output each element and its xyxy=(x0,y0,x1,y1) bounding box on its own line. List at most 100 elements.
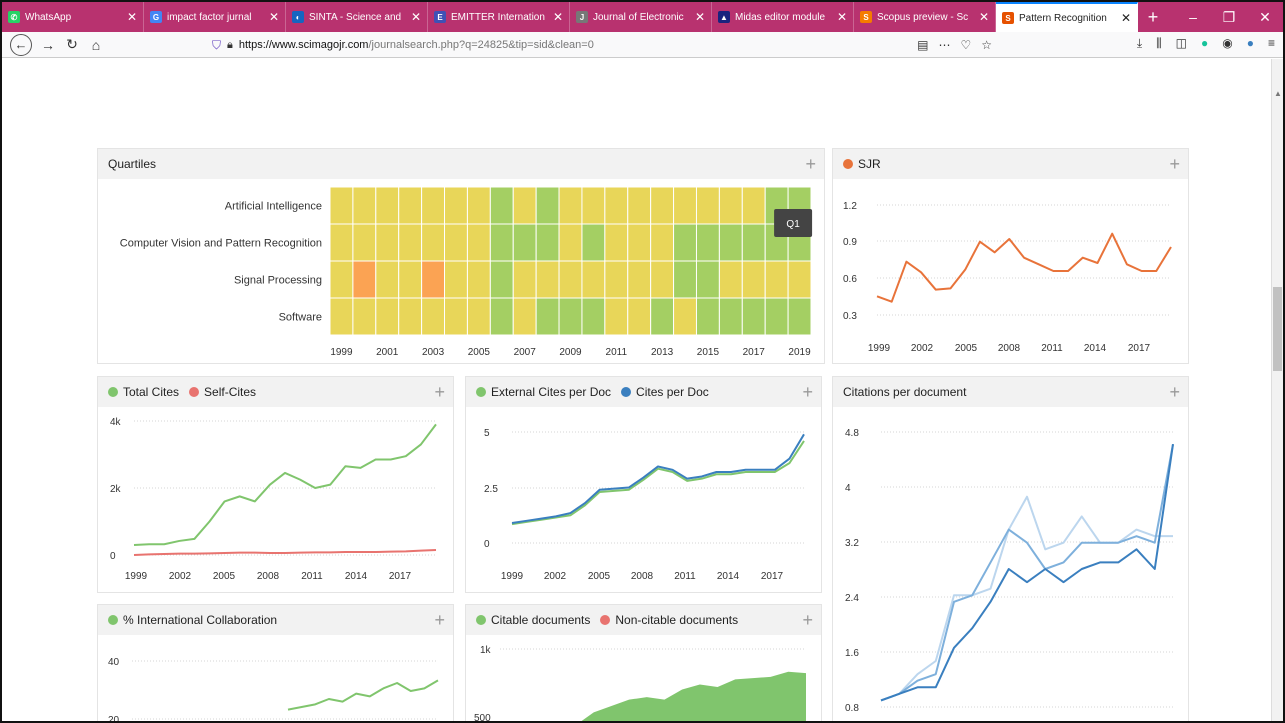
tab-title: impact factor jurnal xyxy=(167,11,252,23)
legend-citable[interactable]: Citable documents xyxy=(491,613,590,627)
tracking-shield-icon[interactable]: ⛉ xyxy=(212,38,221,53)
y-tick-label: 0 xyxy=(484,539,490,550)
url-bar[interactable]: ⛉ 🔒︎ https://www.scimagojr.com/journalse… xyxy=(212,34,1002,56)
reader-view-icon[interactable]: ▤ xyxy=(917,38,928,52)
quartile-cell xyxy=(787,297,812,336)
bookmark-star-icon[interactable]: ☆ xyxy=(981,38,992,52)
x-tick-label: 2011 xyxy=(606,347,628,358)
tab-title: SINTA - Science and xyxy=(309,11,402,23)
quartile-cell xyxy=(375,297,400,336)
total-cites-chart: 4k 2k 0 1999 2002 2005 2008 2011 2014 2017 xyxy=(110,417,437,582)
expand-plus-icon[interactable]: + xyxy=(802,382,813,403)
y-tick-label: 500 xyxy=(474,713,491,723)
tab-close-icon[interactable]: ✕ xyxy=(553,10,563,24)
x-tick-label: 2002 xyxy=(169,571,192,582)
x-tick-label: 2005 xyxy=(468,347,491,358)
expand-plus-icon[interactable]: + xyxy=(1169,382,1180,403)
quartile-category-label: Software xyxy=(279,312,322,324)
y-tick-label: 2.5 xyxy=(484,484,498,495)
new-tab-button[interactable]: + xyxy=(1138,2,1168,32)
y-tick-label: 0.3 xyxy=(843,311,857,322)
expand-plus-icon[interactable]: + xyxy=(805,154,816,175)
sjr-legend-dot xyxy=(843,159,853,169)
x-tick-label: 2001 xyxy=(376,347,399,358)
browser-tab[interactable]: J Journal of Electronic ✕ xyxy=(570,2,712,32)
browser-tab[interactable]: S Scopus preview - Sc ✕ xyxy=(854,2,996,32)
quartile-cell xyxy=(398,186,423,225)
library-icon[interactable]: ⫼ xyxy=(1156,36,1162,51)
quartile-cell xyxy=(558,260,583,299)
quartile-cell xyxy=(581,223,606,262)
close-window-icon[interactable]: ✕ xyxy=(1247,2,1283,32)
tab-favicon-icon: G xyxy=(150,11,162,23)
browser-tab[interactable]: ✆ WhatsApp ✕ xyxy=(2,2,144,32)
back-icon[interactable]: ← xyxy=(10,33,32,56)
y-tick-label: 2.4 xyxy=(845,593,859,604)
extension-icon[interactable]: ◉ xyxy=(1222,36,1232,51)
grammarly-icon[interactable]: ● xyxy=(1201,36,1208,51)
sidebar-icon[interactable]: ◫ xyxy=(1176,36,1187,51)
quartile-cell xyxy=(398,297,423,336)
browser-tab[interactable]: Gimpact factor jurnal ✕ xyxy=(144,2,286,32)
x-tick-label: 2008 xyxy=(998,343,1021,354)
pocket-icon[interactable]: ♡ xyxy=(960,38,971,52)
quartile-cell xyxy=(535,186,560,225)
x-tick-label: 2019 xyxy=(788,347,811,358)
browser-tab[interactable]: S Pattern Recognition ✕ xyxy=(996,2,1138,32)
reload-icon[interactable]: ↻ xyxy=(60,33,84,57)
series-line xyxy=(876,232,1172,303)
tab-close-icon[interactable]: ✕ xyxy=(1121,11,1131,25)
legend-cites-per-doc[interactable]: Cites per Doc xyxy=(636,385,709,399)
sjr-panel: SJR + 1.2 0.9 0.6 0.3 1999 2002 2005 2008 2011 20… xyxy=(833,149,1188,363)
quartile-cell xyxy=(741,223,766,262)
menu-icon[interactable]: ≡ xyxy=(1268,36,1275,51)
expand-plus-icon[interactable]: + xyxy=(1169,154,1180,175)
quartile-cell xyxy=(512,297,537,336)
y-tick-label: 0.9 xyxy=(843,237,857,248)
x-tick-label: 2011 xyxy=(301,571,323,582)
quartile-cell xyxy=(512,260,537,299)
browser-tab[interactable]: ▲ Midas editor module ✕ xyxy=(712,2,854,32)
lock-icon[interactable]: 🔒︎ xyxy=(227,39,233,52)
scroll-up-icon[interactable]: ▲ xyxy=(1274,89,1282,98)
minimize-icon[interactable]: – xyxy=(1175,2,1211,32)
y-tick-label: 2k xyxy=(110,484,122,495)
browser-tab[interactable]: E EMITTER Internation ✕ xyxy=(428,2,570,32)
tab-close-icon[interactable]: ✕ xyxy=(269,10,279,24)
page-actions-icon[interactable]: ⋯ xyxy=(938,38,950,52)
tab-favicon-icon: ✆ xyxy=(8,11,20,23)
extension2-icon[interactable]: ● xyxy=(1247,36,1254,51)
legend-external-cites[interactable]: External Cites per Doc xyxy=(491,385,611,399)
quartile-cell xyxy=(558,223,583,262)
quartile-cell xyxy=(535,223,560,262)
tab-close-icon[interactable]: ✕ xyxy=(127,10,137,24)
legend-intl-collab[interactable]: % International Collaboration xyxy=(123,613,277,627)
download-icon[interactable]: ⤓ xyxy=(1137,36,1142,51)
quartile-cell xyxy=(581,297,606,336)
browser-tab[interactable]: ◐ SINTA - Science and ✕ xyxy=(286,2,428,32)
tab-close-icon[interactable]: ✕ xyxy=(837,10,847,24)
vertical-scrollbar[interactable]: ▲ xyxy=(1271,59,1283,721)
scrollbar-thumb[interactable] xyxy=(1273,287,1282,371)
legend-dot xyxy=(621,387,632,397)
home-icon[interactable]: ⌂ xyxy=(84,33,108,57)
expand-plus-icon[interactable]: + xyxy=(434,382,445,403)
y-tick-label: 40 xyxy=(108,657,120,668)
legend-non-citable[interactable]: Non-citable documents xyxy=(615,613,738,627)
forward-icon[interactable]: → xyxy=(36,33,60,57)
maximize-icon[interactable]: ❐ xyxy=(1211,2,1247,32)
tab-close-icon[interactable]: ✕ xyxy=(411,10,421,24)
expand-plus-icon[interactable]: + xyxy=(434,610,445,631)
tab-close-icon[interactable]: ✕ xyxy=(695,10,705,24)
legend-self-cites[interactable]: Self-Cites xyxy=(204,385,256,399)
quartile-cell xyxy=(673,186,697,225)
sjr-chart: 1.2 0.9 0.6 0.3 1999 2002 2005 2008 2011 2014 2017 xyxy=(843,201,1172,354)
quartile-category-label: Computer Vision and Pattern Recognition xyxy=(120,238,322,250)
legend-total-cites[interactable]: Total Cites xyxy=(123,385,179,399)
quartile-cell xyxy=(604,297,629,336)
quartile-cell xyxy=(535,260,560,299)
tab-close-icon[interactable]: ✕ xyxy=(979,10,989,24)
expand-plus-icon[interactable]: + xyxy=(802,610,813,631)
quartile-cell xyxy=(764,297,789,336)
quartile-cell xyxy=(787,260,812,299)
